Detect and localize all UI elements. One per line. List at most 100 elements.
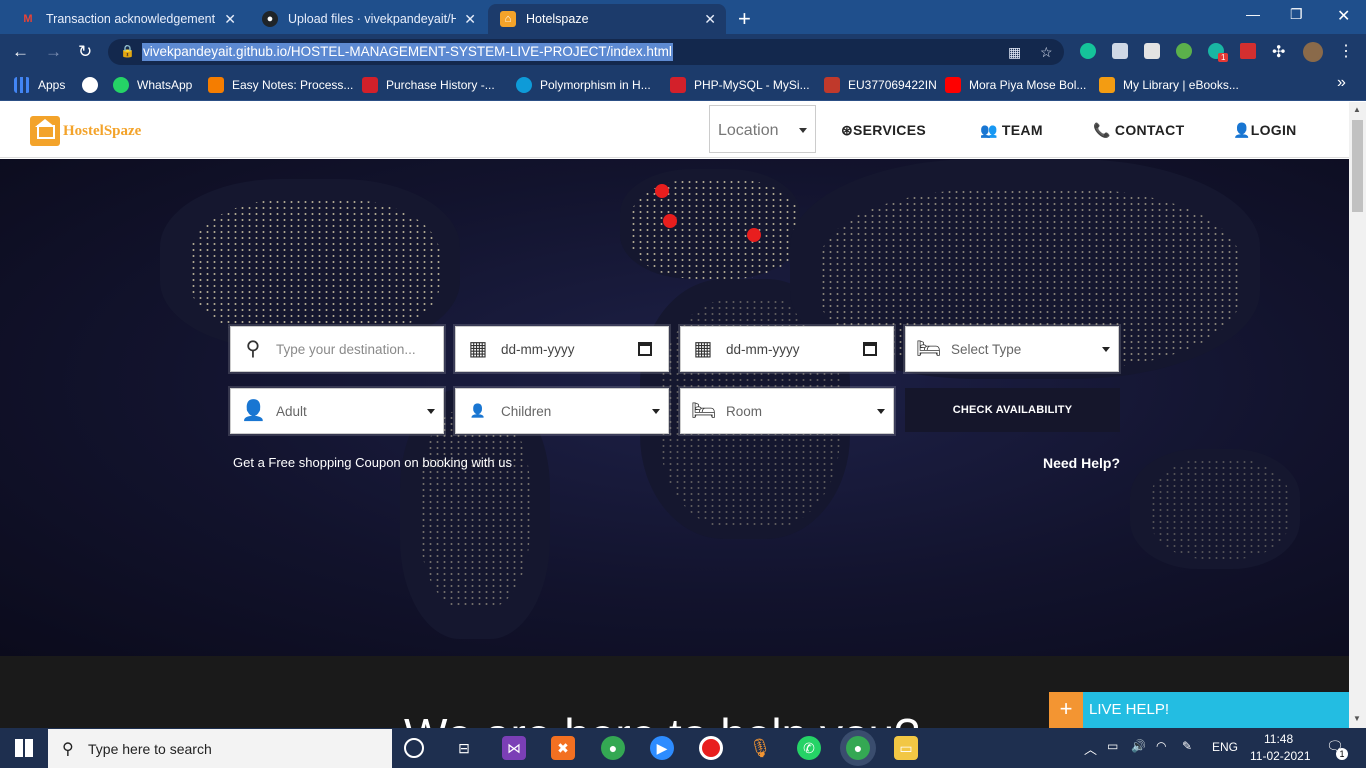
battery-icon[interactable]: ▭	[1107, 739, 1118, 753]
bookmark-star-icon[interactable]: ☆	[1040, 44, 1053, 61]
help-section-heading: We are here to help you?	[404, 708, 920, 728]
minimize-button[interactable]: —	[1246, 6, 1260, 22]
lock-icon[interactable]: 🔒	[120, 44, 135, 58]
chevron-up-icon[interactable]: ︿	[1084, 739, 1097, 758]
back-button[interactable]: ←	[12, 42, 29, 62]
zoom-icon[interactable]: ▶	[650, 736, 674, 760]
reload-button[interactable]: ↻	[78, 42, 92, 62]
nav-contact[interactable]: 📞 CONTACT	[1093, 122, 1184, 139]
checkin-date-value: dd-mm-yyyy	[501, 342, 575, 357]
url-text[interactable]: vivekpandeyait.github.io/HOSTEL-MANAGEME…	[142, 43, 673, 61]
bookmark-polymorphism[interactable]: Polymorphism in H...	[516, 77, 651, 93]
bookmark-tracking[interactable]: EU377069422IN	[824, 77, 937, 93]
tab-title: Upload files · vivekpandeyait/HO	[288, 12, 457, 26]
date-picker-icon[interactable]	[638, 342, 652, 356]
bookmark-php-mysql[interactable]: PHP-MySQL - MySi...	[670, 77, 810, 93]
need-help-link[interactable]: Need Help?	[1043, 455, 1120, 471]
cube-extension-icon[interactable]	[1112, 43, 1128, 59]
bookmark-apps[interactable]: Apps	[14, 77, 65, 93]
clock-date[interactable]: 11-02-2021	[1250, 749, 1311, 763]
room-select[interactable]: 🛏 Room	[680, 388, 894, 434]
date-picker-icon[interactable]	[863, 342, 877, 356]
visual-studio-icon[interactable]: ⋈	[502, 736, 526, 760]
bookmarks-bar: Apps WhatsApp Easy Notes: Process... Pur…	[0, 70, 1366, 101]
globe-icon	[82, 77, 98, 93]
puzzle-extensions-icon[interactable]: ✣	[1272, 42, 1285, 62]
pdf-extension-icon[interactable]	[1240, 43, 1256, 59]
extension-icon[interactable]	[1144, 43, 1160, 59]
microphone-icon[interactable]: 🎙	[748, 736, 772, 760]
location-select[interactable]: Location	[709, 105, 816, 153]
file-explorer-icon[interactable]: ▭	[894, 736, 918, 760]
search-icon: ⚲	[62, 741, 74, 758]
live-help-widget[interactable]: + LIVE HELP!	[1049, 692, 1349, 728]
window-close-button[interactable]: ✕	[1337, 6, 1350, 26]
gmail-icon: M	[23, 13, 33, 25]
checkin-date-input[interactable]: ▦ dd-mm-yyyy	[455, 326, 669, 372]
logo-text: HostelSpaze	[63, 122, 142, 139]
cortana-icon[interactable]	[404, 738, 424, 758]
language-indicator[interactable]: ENG	[1212, 740, 1238, 754]
map-location-pin[interactable]	[747, 228, 761, 242]
map-location-pin[interactable]	[663, 214, 677, 228]
bookmark-my-library[interactable]: My Library | eBooks...	[1099, 77, 1239, 93]
profile-avatar[interactable]	[1303, 42, 1323, 62]
pen-icon[interactable]: ✎	[1182, 739, 1192, 753]
qr-code-icon[interactable]: ▦	[1008, 44, 1021, 61]
address-bar[interactable]: 🔒 vivekpandeyait.github.io/HOSTEL-MANAGE…	[108, 39, 1064, 65]
tab-hotelspaze[interactable]: ⌂ Hotelspaze ✕	[488, 4, 726, 34]
close-icon[interactable]: ✕	[704, 11, 716, 28]
user-icon: 👤	[1233, 122, 1251, 138]
adult-select[interactable]: 👤 Adult	[230, 388, 444, 434]
bookmark-whatsapp[interactable]: WhatsApp	[113, 77, 192, 93]
scroll-up-arrow[interactable]: ▲	[1353, 105, 1361, 114]
nav-login[interactable]: 👤LOGIN	[1233, 122, 1297, 139]
type-select[interactable]: 🛏 Select Type	[905, 326, 1119, 372]
bookmark-easy-notes[interactable]: Easy Notes: Process...	[208, 77, 353, 93]
nav-team[interactable]: 👥 TEAM	[980, 122, 1043, 139]
windows-start-icon[interactable]	[15, 739, 33, 757]
checkout-date-value: dd-mm-yyyy	[726, 342, 800, 357]
extension-icon[interactable]	[1176, 43, 1192, 59]
record-icon[interactable]	[699, 736, 723, 760]
map-location-pin[interactable]	[655, 184, 669, 198]
taskbar-search[interactable]: ⚲ Type here to search	[48, 729, 392, 768]
destination-input[interactable]: ⚲ Type your destination...	[230, 326, 444, 372]
menu-kebab-icon[interactable]: ⋮	[1338, 41, 1354, 61]
whatsapp-icon[interactable]: ✆	[797, 736, 821, 760]
xampp-icon[interactable]: ✖	[551, 736, 575, 760]
scroll-down-arrow[interactable]: ▼	[1353, 714, 1361, 723]
check-availability-button[interactable]: CHECK AVAILABILITY	[905, 388, 1120, 432]
page-scrollbar[interactable]: ▲ ▼	[1349, 102, 1366, 728]
plus-icon: +	[1049, 692, 1083, 728]
forward-button[interactable]: →	[45, 42, 62, 62]
new-tab-button[interactable]: +	[738, 6, 751, 32]
close-icon[interactable]: ✕	[224, 11, 236, 28]
site-logo[interactable]: HostelSpaze	[30, 116, 141, 146]
nav-services[interactable]: ⊛SERVICES	[841, 122, 926, 139]
restore-button[interactable]: ❐	[1290, 6, 1303, 23]
close-icon[interactable]: ✕	[464, 11, 476, 28]
tab-github[interactable]: ● Upload files · vivekpandeyait/HO ✕	[250, 4, 486, 34]
clock-time[interactable]: 11:48	[1264, 732, 1293, 746]
bookmark-youtube[interactable]: Mora Piya Mose Bol...	[945, 77, 1086, 93]
chrome-icon[interactable]: ●	[601, 736, 625, 760]
children-select[interactable]: 👤 Children	[455, 388, 669, 434]
volume-icon[interactable]: 🔊	[1131, 739, 1146, 753]
bookmark-globe[interactable]	[82, 77, 106, 93]
bookmark-label: Mora Piya Mose Bol...	[969, 78, 1087, 92]
bookmark-purchase-history[interactable]: Purchase History -...	[362, 77, 495, 93]
chevron-down-icon	[427, 409, 435, 414]
more-bookmarks-button[interactable]: »	[1337, 74, 1346, 92]
bed-icon: 🛏	[691, 400, 717, 422]
wifi-icon[interactable]: ◠	[1156, 739, 1166, 753]
chrome-active-icon[interactable]: ●	[846, 736, 870, 760]
checkout-date-input[interactable]: ▦ dd-mm-yyyy	[680, 326, 894, 372]
task-view-icon[interactable]: ⊟	[452, 736, 476, 760]
grammarly-extension-icon[interactable]	[1080, 43, 1096, 59]
scrollbar-thumb[interactable]	[1352, 120, 1363, 212]
tab-title: Transaction acknowledgement - ‹	[46, 12, 217, 26]
user-icon: 👤	[241, 400, 266, 422]
tab-gmail[interactable]: M Transaction acknowledgement - ‹ ✕	[8, 4, 246, 34]
youtube-icon	[945, 77, 961, 93]
